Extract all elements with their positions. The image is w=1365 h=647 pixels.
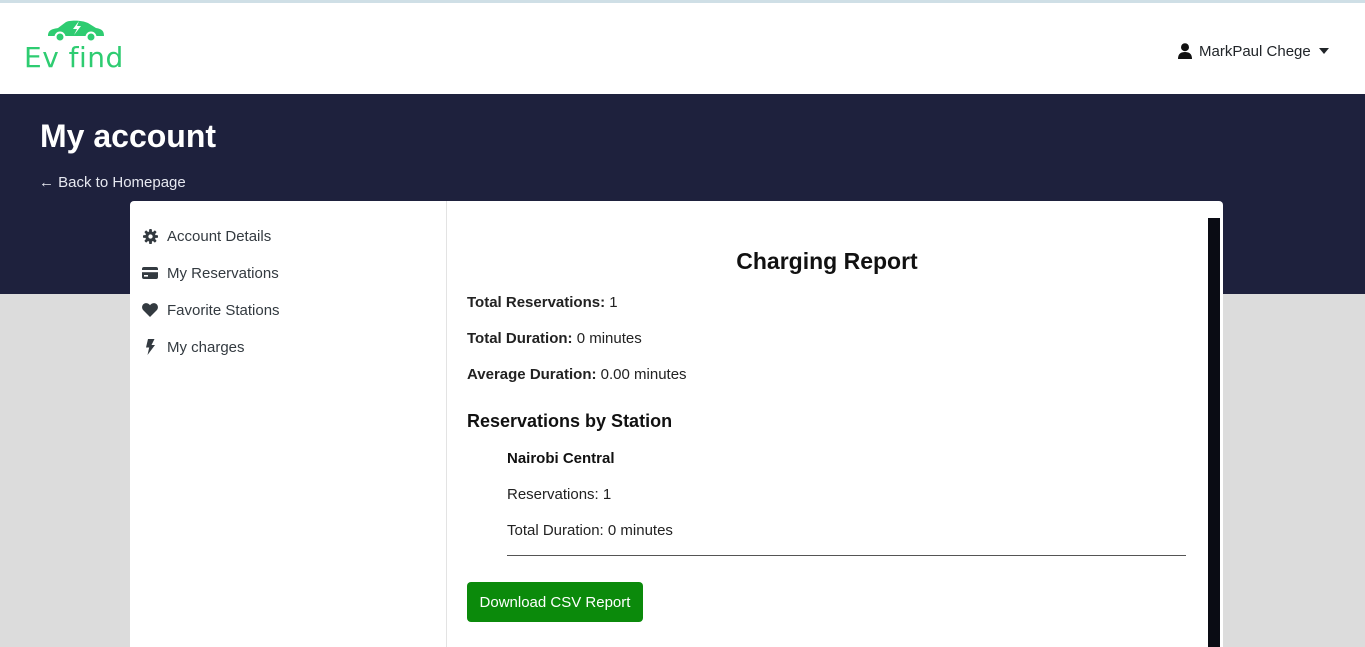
- stat-value: 0.00 minutes: [600, 366, 687, 383]
- station-reservations: Reservations: 1: [507, 486, 612, 503]
- gear-icon: [142, 228, 158, 244]
- sidebar-item-label: Account Details: [167, 227, 272, 245]
- user-icon: [1178, 43, 1192, 59]
- report-title: Charging Report: [736, 248, 918, 274]
- car-icon: [48, 20, 104, 42]
- content-scrollbar[interactable]: [1208, 218, 1220, 647]
- credit-card-icon: [142, 265, 158, 281]
- sidebar-item-my-reservations[interactable]: My Reservations: [142, 262, 279, 284]
- stat-label: Average Duration:: [467, 366, 597, 383]
- page-title: My account: [40, 118, 217, 154]
- station-name: Nairobi Central: [507, 450, 615, 467]
- sidebar-item-account-details[interactable]: Account Details: [142, 225, 271, 247]
- user-menu-dropdown[interactable]: MarkPaul Chege: [1178, 40, 1329, 62]
- sidebar-item-label: My Reservations: [167, 264, 279, 282]
- total-duration-stat: Total Duration: 0 minutes: [467, 330, 642, 347]
- average-duration-stat: Average Duration: 0.00 minutes: [467, 366, 687, 383]
- total-reservations-stat: Total Reservations: 1: [467, 294, 618, 311]
- heart-icon: [142, 302, 158, 318]
- chevron-down-icon: [1318, 48, 1329, 54]
- site-header: Ev find MarkPaul Chege: [0, 3, 1365, 94]
- sidebar-item-label: Favorite Stations: [167, 301, 280, 319]
- station-total-duration: Total Duration: 0 minutes: [507, 522, 673, 539]
- station-divider: [507, 555, 1186, 556]
- brand-logo[interactable]: Ev find: [22, 18, 132, 76]
- bolt-icon: [142, 339, 158, 355]
- reservations-by-station-heading: Reservations by Station: [467, 411, 673, 431]
- charging-report-panel: Charging Report Total Reservations: 1 To…: [447, 201, 1207, 647]
- stat-value: 0 minutes: [576, 330, 642, 347]
- sidebar-item-my-charges[interactable]: My charges: [142, 336, 245, 358]
- sidebar-item-favorite-stations[interactable]: Favorite Stations: [142, 299, 280, 321]
- stat-value: 1: [609, 294, 618, 311]
- account-sidebar: Account Details My Reservations Favorite…: [130, 201, 447, 647]
- stat-label: Total Duration:: [467, 330, 573, 347]
- back-to-homepage-link[interactable]: ← Back to Homepage: [39, 174, 186, 191]
- sidebar-item-label: My charges: [167, 338, 245, 356]
- download-csv-report-button[interactable]: Download CSV Report: [467, 582, 643, 622]
- account-card: Account Details My Reservations Favorite…: [130, 201, 1223, 647]
- brand-name: Ev find: [24, 41, 124, 74]
- user-name: MarkPaul Chege: [1199, 42, 1311, 60]
- stat-label: Total Reservations:: [467, 294, 606, 311]
